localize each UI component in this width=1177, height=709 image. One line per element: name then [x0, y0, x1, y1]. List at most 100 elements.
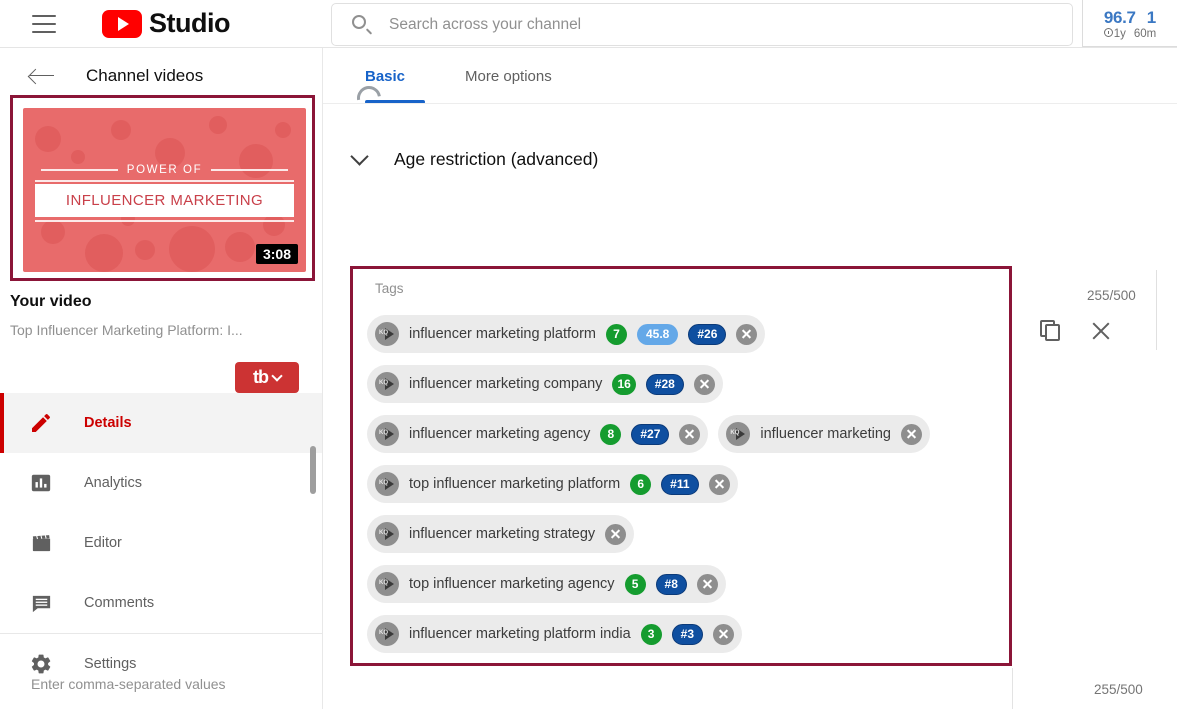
- tag-badge-green: 3: [640, 623, 662, 645]
- tag-badge-dblue: #28: [645, 373, 684, 395]
- keyword-explorer-icon: KQ: [375, 372, 399, 396]
- tag-chip[interactable]: KQ influencer marketing strategy: [367, 515, 635, 553]
- sidebar-scrollbar[interactable]: [310, 446, 316, 494]
- tag-row: KQ influencer marketing agency 8 #27 KQ influ…: [367, 409, 1001, 459]
- tag-chip[interactable]: KQ influencer marketing platform india 3 #3: [367, 615, 742, 653]
- sidebar-item-analytics[interactable]: Analytics: [0, 453, 322, 513]
- brand-label: Studio: [149, 8, 230, 38]
- tag-text: influencer marketing platform india: [409, 626, 631, 642]
- comment-icon: [28, 590, 54, 616]
- close-circle-icon[interactable]: [696, 573, 718, 595]
- video-duration-badge: 3:08: [255, 244, 298, 264]
- tag-badge-green: 5: [624, 573, 646, 595]
- search-input[interactable]: Search across your channel: [331, 3, 1073, 46]
- channel-videos-title: Channel videos: [86, 65, 204, 85]
- tags-counter-top: 255/500: [1087, 288, 1136, 303]
- search-icon: [352, 15, 373, 35]
- tag-badge-dblue: #11: [661, 473, 699, 495]
- tab-bar: Basic More options: [323, 48, 1177, 115]
- tag-text: top influencer marketing platform: [409, 476, 621, 492]
- tag-badge-green: 6: [630, 473, 652, 495]
- keyword-explorer-icon: KQ: [375, 322, 399, 346]
- search-placeholder: Search across your channel: [389, 15, 582, 33]
- back-arrow-icon[interactable]: [30, 67, 54, 85]
- tag-chip[interactable]: KQ top influencer marketing platform 6 #11: [367, 465, 738, 503]
- close-circle-icon[interactable]: [693, 373, 715, 395]
- tag-chip[interactable]: KQ influencer marketing agency 8 #27: [367, 415, 709, 453]
- sidebar-item-comments[interactable]: Comments: [0, 573, 322, 633]
- tags-field-label: Tags: [375, 281, 404, 296]
- age-restriction-row[interactable]: Age restriction (advanced): [323, 147, 1177, 170]
- video-title: Top Influencer Marketing Platform: I...: [10, 322, 243, 338]
- thumbnail-overline: POWER OF: [41, 164, 289, 176]
- tag-badge-green: 8: [600, 423, 622, 445]
- video-meta: Your video Top Influencer Marketing Plat…: [10, 293, 310, 338]
- tab-bar-divider: [323, 103, 1177, 104]
- keyword-explorer-icon: KQ: [375, 522, 399, 546]
- sidebar-item-label: Settings: [84, 656, 137, 672]
- sidebar-item-label: Details: [84, 415, 132, 431]
- tag-badge-lblue: 45.8: [636, 323, 679, 345]
- tag-badge-dblue: #26: [688, 323, 727, 345]
- hamburger-icon[interactable]: [32, 14, 56, 33]
- studio-logo[interactable]: Studio: [102, 8, 230, 39]
- close-icon[interactable]: [1090, 320, 1112, 342]
- tags-hint-text: Enter comma-separated values: [31, 676, 226, 692]
- tag-row: KQ influencer marketing strategy: [367, 509, 1001, 559]
- tag-chip[interactable]: KQ influencer marketing company 16 #28: [367, 365, 723, 403]
- tag-text: influencer marketing: [760, 426, 891, 442]
- main-content: Basic More options Age restriction (adva…: [323, 48, 1177, 709]
- bar-chart-icon: [28, 470, 54, 496]
- sidebar-item-label: Editor: [84, 535, 122, 551]
- tag-badge-green: 16: [612, 373, 636, 395]
- youtube-logo-icon: [102, 9, 142, 38]
- tag-badge-green: 7: [605, 323, 627, 345]
- tag-chip[interactable]: KQ influencer marketing: [718, 415, 930, 453]
- keyword-explorer-icon: KQ: [375, 572, 399, 596]
- tag-chip[interactable]: KQ influencer marketing platform 7 45.8 #26: [367, 315, 766, 353]
- keyword-explorer-icon: KQ: [375, 622, 399, 646]
- close-circle-icon[interactable]: [900, 423, 922, 445]
- tubebuddy-label: tb: [253, 367, 269, 387]
- keyword-explorer-icon: KQ: [375, 472, 399, 496]
- tag-row: KQ top influencer marketing platform 6 #11: [367, 459, 1001, 509]
- tubebuddy-stats-panel[interactable]: 96.7 1 1y 60m: [1082, 0, 1177, 47]
- tag-text: influencer marketing company: [409, 376, 603, 392]
- video-thumbnail[interactable]: POWER OF INFLUENCER MARKETING 3:08: [23, 108, 306, 272]
- keyword-explorer-icon: KQ: [726, 422, 751, 446]
- tag-chip[interactable]: KQ top influencer marketing agency 5 #8: [367, 565, 726, 603]
- pencil-icon: [28, 410, 54, 436]
- sidebar-item-label: Analytics: [84, 475, 143, 491]
- tubebuddy-dropdown-button[interactable]: tb: [235, 362, 299, 393]
- close-circle-icon[interactable]: [679, 423, 701, 445]
- close-circle-icon[interactable]: [736, 323, 758, 345]
- tag-text: influencer marketing agency: [409, 426, 591, 442]
- sidebar-item-editor[interactable]: Editor: [0, 513, 322, 573]
- tags-panel-actions: [1040, 320, 1112, 342]
- video-thumbnail-highlight: POWER OF INFLUENCER MARKETING 3:08: [10, 95, 315, 281]
- close-circle-icon[interactable]: [708, 473, 730, 495]
- tag-text: top influencer marketing agency: [409, 576, 615, 592]
- tag-text: influencer marketing platform: [409, 326, 596, 342]
- tag-badge-dblue: #27: [631, 423, 670, 445]
- chevron-down-icon: [271, 369, 283, 382]
- close-circle-icon[interactable]: [605, 523, 627, 545]
- tab-more-options[interactable]: More options: [453, 48, 564, 104]
- tags-field-highlight: Tags KQ influencer marketing platform 7 45.…: [350, 266, 1012, 666]
- chevron-down-icon: [350, 147, 369, 166]
- panel-divider: [1156, 270, 1157, 350]
- keyword-explorer-icon: KQ: [375, 422, 399, 446]
- thumbnail-headline: INFLUENCER MARKETING: [35, 184, 294, 217]
- tag-text: influencer marketing strategy: [409, 526, 596, 542]
- tubebuddy-score: 96.7: [1103, 8, 1136, 27]
- tubebuddy-count: 1: [1146, 8, 1157, 27]
- close-circle-icon[interactable]: [713, 623, 734, 645]
- sidebar-item-details[interactable]: Details: [0, 393, 322, 453]
- clapperboard-icon: [28, 530, 54, 556]
- tag-badge-dblue: #8: [655, 573, 687, 595]
- left-sidebar: Channel videos POWER OF INFLUENCER MARKE…: [0, 48, 323, 709]
- video-age: 1y: [1113, 28, 1126, 40]
- age-restriction-label: Age restriction (advanced): [394, 149, 599, 169]
- tag-row: KQ top influencer marketing agency 5 #8: [367, 559, 1001, 609]
- copy-icon[interactable]: [1040, 320, 1062, 342]
